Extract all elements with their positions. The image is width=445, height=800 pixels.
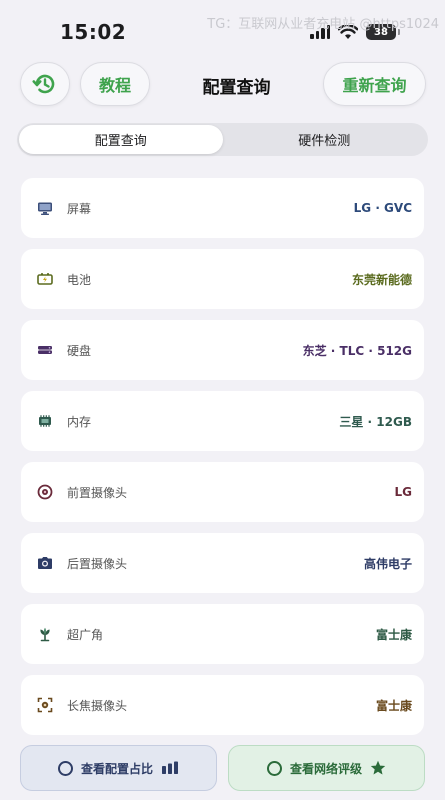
config-ratio-label: 查看配置占比 (80, 761, 153, 776)
segmented-control: 配置查询 硬件检测 (17, 123, 428, 156)
requery-button[interactable]: 重新查询 (323, 62, 426, 106)
row-label: 长焦摄像头 (67, 698, 128, 713)
network-rating-label: 查看网络评级 (289, 761, 362, 776)
row-value: 东莞新能德 (351, 272, 412, 287)
row-value: LG · GVC (353, 201, 412, 215)
row-label: 电池 (67, 272, 92, 287)
history-button[interactable] (20, 62, 70, 106)
front-camera-icon (37, 484, 53, 500)
config-ratio-button[interactable]: 查看配置占比 (20, 745, 217, 791)
circle-icon (57, 760, 73, 776)
network-rating-button[interactable]: 查看网络评级 (228, 745, 425, 791)
tab-config-query[interactable]: 配置查询 (19, 125, 223, 154)
row-label: 后置摄像头 (67, 556, 128, 571)
row-value: 富士康 (375, 627, 412, 642)
monitor-icon (38, 202, 52, 215)
tab-hardware-check[interactable]: 硬件检测 (223, 125, 427, 154)
status-bar: 15:02 38 TG：互联网从业者充电站 @https1024 (0, 0, 445, 60)
row-value: 三星 · 12GB (339, 414, 412, 429)
star-icon (370, 760, 386, 775)
list-item-front-camera[interactable]: 前置摄像头 LG (21, 462, 424, 522)
status-time: 15:02 (60, 20, 127, 44)
page-title: 配置查询 (202, 78, 271, 98)
watermark: TG：互联网从业者充电站 @https1024 (207, 17, 439, 32)
circle-icon (266, 760, 282, 776)
row-value: 高伟电子 (363, 556, 412, 571)
row-value: 富士康 (375, 698, 412, 713)
row-value: 东芝 · TLC · 512G (302, 343, 412, 358)
bar-chart-icon (162, 761, 178, 774)
list-item-telephoto[interactable]: 长焦摄像头 富士康 (21, 675, 424, 735)
list-item-ultrawide[interactable]: 超广角 富士康 (21, 604, 424, 664)
row-label: 屏幕 (67, 201, 92, 216)
row-label: 前置摄像头 (67, 485, 128, 500)
list-item-rear-camera[interactable]: 后置摄像头 高伟电子 (21, 533, 424, 593)
row-label: 内存 (67, 414, 92, 429)
history-clock-icon (32, 74, 55, 94)
ultrawide-flower-icon (40, 627, 50, 642)
list-item-screen[interactable]: 屏幕 LG · GVC (21, 178, 424, 238)
config-list: 屏幕 LG · GVC 电池 东莞新能德 硬盘 东芝 · TLC · 512G (21, 178, 424, 746)
header: 教程 配置查询 重新查询 (0, 62, 445, 108)
list-item-memory[interactable]: 内存 三星 · 12GB (21, 391, 424, 451)
disk-icon (38, 346, 52, 354)
list-item-disk[interactable]: 硬盘 东芝 · TLC · 512G (21, 320, 424, 380)
row-label: 硬盘 (67, 343, 92, 358)
camera-icon (38, 557, 52, 569)
telephoto-icon (37, 697, 53, 713)
battery-icon (37, 273, 53, 285)
row-label: 超广角 (67, 627, 104, 642)
row-value: LG (394, 485, 413, 499)
tutorial-button[interactable]: 教程 (80, 62, 150, 106)
memory-chip-icon (39, 415, 51, 427)
list-item-battery[interactable]: 电池 东莞新能德 (21, 249, 424, 309)
